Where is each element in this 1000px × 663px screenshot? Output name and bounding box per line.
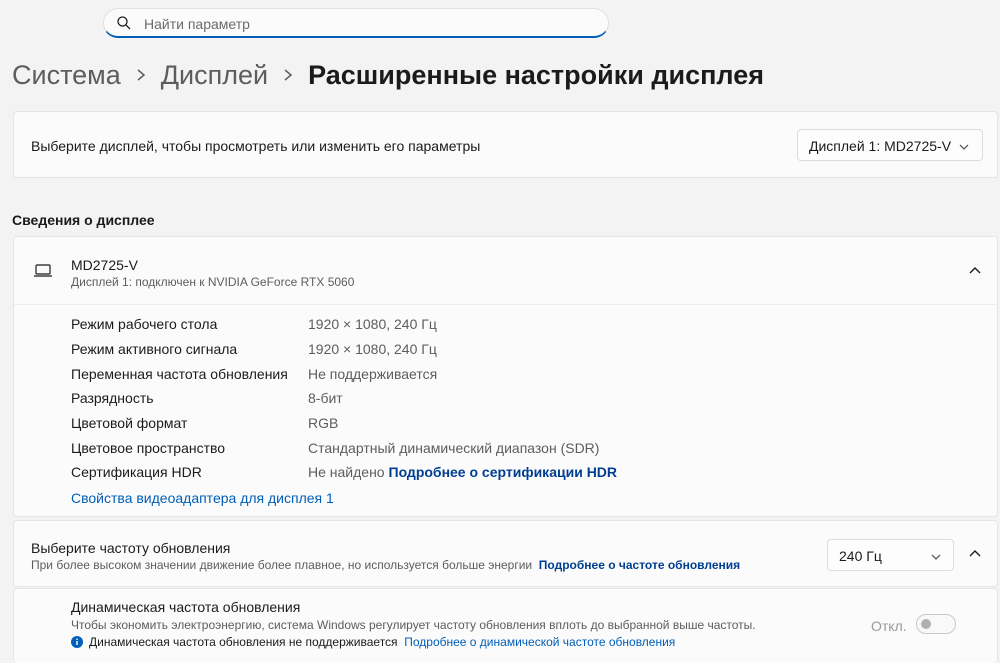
- search-input[interactable]: [142, 13, 586, 35]
- monitor-connection: Дисплей 1: подключен к NVIDIA GeForce RT…: [71, 275, 355, 289]
- prop-label: Режим активного сигнала: [71, 341, 238, 357]
- breadcrumb-system[interactable]: Система: [12, 60, 121, 91]
- refresh-rate-dropdown[interactable]: 240 Гц: [827, 539, 954, 571]
- refresh-rate-subtitle: При более высоком значении движение боле…: [31, 558, 740, 572]
- chevron-down-icon: [959, 144, 969, 150]
- dynamic-refresh-note-text: Динамическая частота обновления не подде…: [89, 635, 398, 649]
- chevron-up-icon[interactable]: [967, 263, 983, 279]
- hdr-certification-link[interactable]: Подробнее о сертификации HDR: [389, 464, 618, 480]
- dynamic-refresh-toggle[interactable]: [916, 614, 956, 634]
- prop-label: Переменная частота обновления: [71, 366, 288, 382]
- chevron-right-icon: [137, 69, 145, 81]
- dynamic-refresh-note: Динамическая частота обновления не подде…: [71, 635, 675, 649]
- prop-label: Цветовой формат: [71, 415, 188, 431]
- refresh-rate-description: При более высоком значении движение боле…: [31, 558, 533, 572]
- chevron-right-icon: [284, 69, 293, 81]
- toggle-knob: [921, 619, 931, 629]
- prop-value: Стандартный динамический диапазон (SDR): [308, 440, 600, 456]
- info-icon: [71, 636, 83, 648]
- prop-label: Режим рабочего стола: [71, 316, 218, 332]
- section-title: Сведения о дисплее: [12, 212, 155, 228]
- prop-value: Не найдено Подробнее о сертификации HDR: [308, 464, 617, 480]
- toggle-state-label: Откл.: [871, 618, 907, 634]
- breadcrumb: Система Дисплей Расширенные настройки ди…: [12, 57, 764, 93]
- prop-label: Цветовое пространство: [71, 440, 226, 456]
- prop-value: Не поддерживается: [308, 366, 438, 382]
- display-dropdown[interactable]: Дисплей 1: MD2725-V: [797, 129, 983, 161]
- refresh-rate-title: Выберите частоту обновления: [31, 540, 231, 556]
- adapter-properties-link[interactable]: Свойства видеоадаптера для дисплея 1: [71, 490, 334, 506]
- breadcrumb-display[interactable]: Дисплей: [161, 60, 268, 91]
- dynamic-refresh-subtitle: Чтобы экономить электроэнергию, система …: [71, 618, 756, 632]
- prop-value: 1920 × 1080, 240 Гц: [308, 316, 437, 332]
- prop-value: RGB: [308, 415, 339, 431]
- chevron-down-icon: [931, 554, 941, 560]
- hdr-status: Не найдено: [308, 464, 385, 480]
- monitor-name: MD2725-V: [71, 257, 138, 273]
- prop-label: Сертификация HDR: [71, 464, 202, 480]
- dynamic-refresh-card: Динамическая частота обновления Чтобы эк…: [13, 588, 998, 663]
- laptop-icon: [34, 264, 52, 277]
- dynamic-refresh-title: Динамическая частота обновления: [71, 599, 301, 615]
- prop-value: 8-бит: [308, 390, 343, 406]
- display-select-card: Выберите дисплей, чтобы просмотреть или …: [13, 111, 998, 178]
- search-icon: [117, 16, 131, 30]
- display-select-label: Выберите дисплей, чтобы просмотреть или …: [31, 138, 481, 154]
- refresh-rate-card: Выберите частоту обновления При более вы…: [13, 520, 998, 587]
- display-info-header[interactable]: MD2725-V Дисплей 1: подключен к NVIDIA G…: [14, 237, 997, 305]
- display-dropdown-value: Дисплей 1: MD2725-V: [809, 138, 952, 154]
- page-title: Расширенные настройки дисплея: [308, 59, 764, 90]
- prop-label: Разрядность: [71, 390, 154, 406]
- chevron-up-icon[interactable]: [967, 546, 983, 562]
- search-box[interactable]: [103, 8, 609, 38]
- refresh-rate-value: 240 Гц: [839, 548, 882, 564]
- refresh-rate-link[interactable]: Подробнее о частоте обновления: [539, 558, 740, 572]
- prop-value: 1920 × 1080, 240 Гц: [308, 341, 437, 357]
- dynamic-refresh-link[interactable]: Подробнее о динамической частоте обновле…: [404, 635, 675, 649]
- display-info-card: MD2725-V Дисплей 1: подключен к NVIDIA G…: [13, 236, 998, 517]
